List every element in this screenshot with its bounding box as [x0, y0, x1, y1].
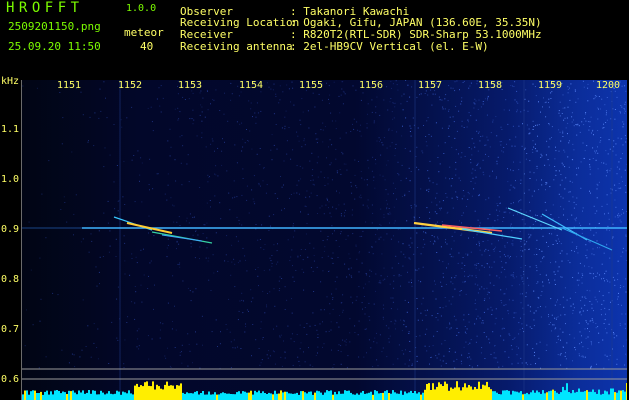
- event-type-label: meteor: [124, 26, 164, 39]
- noise-field: [22, 80, 627, 369]
- antenna-label: Receiving antenna: [180, 40, 293, 53]
- receiver-label: Receiver: [180, 28, 233, 41]
- x-tick-label: 1158: [478, 80, 503, 91]
- spectrogram-display[interactable]: [22, 80, 627, 400]
- signal-level-strip: [22, 381, 627, 400]
- capture-datetime: 25.09.20 11:50: [8, 40, 101, 53]
- event-count: 40: [140, 40, 154, 53]
- x-tick-label: 1155: [299, 80, 324, 91]
- y-tick-label: 1.1: [1, 124, 20, 135]
- x-tick-label: 1159: [538, 80, 563, 91]
- meteor-echo-1: [113, 216, 213, 244]
- y-tick-label: 0.8: [1, 274, 20, 285]
- y-tick-label: 0.9: [1, 224, 20, 235]
- y-axis-unit: kHz: [1, 76, 20, 87]
- receiver-value: : R820T2(RTL-SDR) SDR-Sharp 53.1000MHz: [290, 28, 542, 41]
- file-name: 2509201150.png: [8, 20, 101, 33]
- y-tick-label: 0.7: [1, 324, 20, 335]
- app-title: HROFFT: [6, 0, 84, 16]
- app-version: 1.0.0: [126, 3, 157, 14]
- x-tick-label: 1156: [359, 80, 384, 91]
- x-tick-label: 1152: [118, 80, 143, 91]
- location-value: : Ogaki, Gifu, JAPAN (136.60E, 35.35N): [290, 16, 542, 29]
- y-axis-line: [21, 80, 22, 400]
- antenna-value: : 2el-HB9CV Vertical (el. E-W): [290, 40, 489, 53]
- spectrogram-canvas: [22, 80, 627, 400]
- location-label: Receiving Location: [180, 16, 300, 29]
- header-panel: HROFFT 1.0.0 2509201150.png 25.09.20 11:…: [0, 0, 629, 77]
- y-tick-label: 1.0: [1, 174, 20, 185]
- x-tick-label: 1154: [239, 80, 264, 91]
- x-tick-label: 1200: [596, 80, 621, 91]
- x-tick-label: 1151: [57, 80, 82, 91]
- y-tick-label: 0.6: [1, 374, 20, 385]
- x-tick-label: 1157: [418, 80, 443, 91]
- x-tick-label: 1153: [178, 80, 203, 91]
